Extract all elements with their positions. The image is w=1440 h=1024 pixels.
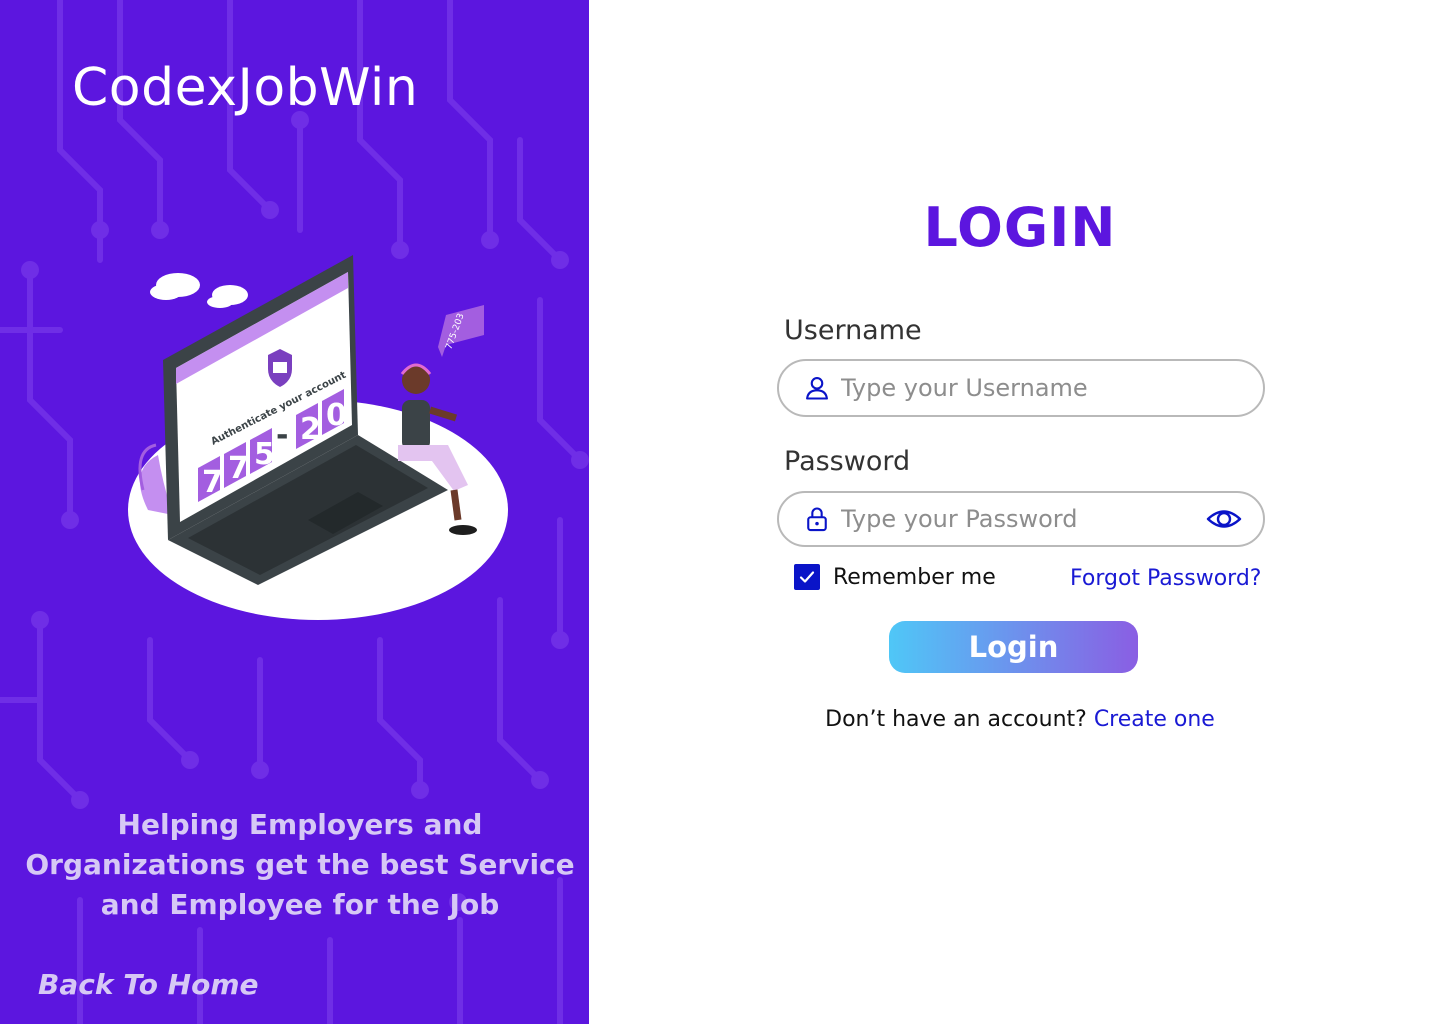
password-input[interactable] [841, 493, 1205, 545]
code-digit-4: 2 [300, 412, 321, 447]
code-digit-1: 7 [202, 465, 223, 500]
code-digit-5: 0 [326, 398, 347, 433]
username-input[interactable] [841, 361, 1263, 415]
password-field[interactable] [777, 491, 1265, 547]
username-label: Username [784, 315, 922, 346]
login-illustration: Authenticate your account 7 7 5 - 2 0 77… [128, 255, 508, 620]
code-digit-dash: - [276, 418, 288, 453]
code-digit-3: 5 [254, 437, 275, 472]
code-digit-2: 7 [228, 451, 249, 486]
password-label: Password [784, 446, 911, 477]
brand-panel: CodexJobWin Authenticate your account 7 … [0, 0, 589, 1024]
lock-icon [807, 507, 827, 532]
brand-tagline: Helping Employers and Organizations get … [25, 808, 575, 921]
create-account-link[interactable]: Create one [1094, 707, 1215, 732]
back-to-home-link[interactable]: Back To Home [38, 968, 259, 1001]
remember-me-checkbox[interactable] [794, 564, 820, 590]
login-heading: LOGIN [923, 196, 1117, 259]
login-button[interactable]: Login [889, 621, 1138, 673]
signup-row: Don’t have an account? Create one [770, 707, 1270, 732]
check-icon [799, 571, 815, 583]
remember-me-row: Remember me [794, 564, 996, 590]
signup-prompt: Don’t have an account? [825, 707, 1087, 732]
eye-icon[interactable] [1205, 500, 1243, 538]
user-icon [806, 377, 828, 400]
brand-logo-text: CodexJobWin [72, 58, 419, 118]
forgot-password-link[interactable]: Forgot Password? [1070, 566, 1261, 591]
remember-me-label: Remember me [833, 564, 996, 590]
username-field[interactable] [777, 359, 1265, 417]
